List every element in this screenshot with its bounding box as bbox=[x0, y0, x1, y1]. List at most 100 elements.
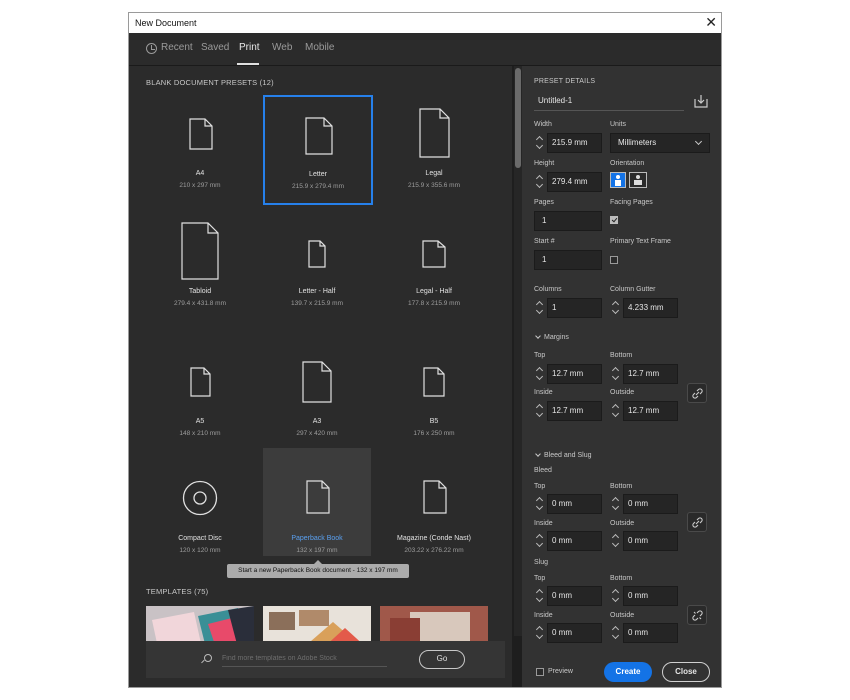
templates-section-title: TEMPLATES (75) bbox=[146, 587, 209, 596]
preset-paperback-book[interactable]: Paperback Book 132 x 197 mm bbox=[263, 448, 371, 556]
slug-outside-field[interactable]: 0 mm bbox=[623, 623, 678, 643]
bleed-bottom-stepper[interactable] bbox=[611, 494, 621, 514]
preset-tooltip: Start a new Paperback Book document - 13… bbox=[227, 560, 409, 578]
preset-name: Legal bbox=[425, 170, 443, 177]
slug-inside-field[interactable]: 0 mm bbox=[547, 623, 602, 643]
preset-a5[interactable]: A5 148 x 210 mm bbox=[146, 331, 254, 439]
tab-print[interactable]: Print bbox=[239, 42, 260, 53]
tab-saved[interactable]: Saved bbox=[201, 42, 229, 53]
primary-text-frame-checkbox[interactable] bbox=[610, 256, 618, 264]
bleed-inside-stepper[interactable] bbox=[535, 531, 545, 551]
margin-bottom-field[interactable]: 12.7 mm bbox=[623, 364, 678, 384]
preset-name: A3 bbox=[312, 418, 322, 425]
margin-top-stepper[interactable] bbox=[535, 364, 545, 384]
margin-inside-stepper[interactable] bbox=[535, 401, 545, 421]
preset-compact-disc[interactable]: Compact Disc 120 x 120 mm bbox=[146, 448, 254, 556]
chevron-down-icon[interactable] bbox=[535, 333, 541, 339]
document-icon bbox=[423, 367, 445, 397]
facing-pages-checkbox[interactable] bbox=[610, 216, 618, 224]
close-icon[interactable]: ✕ bbox=[705, 14, 717, 31]
slug-top-field[interactable]: 0 mm bbox=[547, 586, 602, 606]
preset-dims: 176 x 250 mm bbox=[413, 430, 455, 437]
scroll-thumb[interactable] bbox=[515, 68, 521, 168]
margin-inside-field[interactable]: 12.7 mm bbox=[547, 401, 602, 421]
tab-recent[interactable]: Recent bbox=[161, 42, 193, 53]
width-field[interactable]: 215.9 mm bbox=[547, 133, 602, 153]
presets-panel: BLANK DOCUMENT PRESETS (12) A4 210 x 297… bbox=[129, 66, 512, 687]
document-icon bbox=[181, 222, 219, 280]
preset-name: Paperback Book bbox=[291, 535, 343, 542]
tab-mobile[interactable]: Mobile bbox=[305, 42, 334, 53]
presets-scrollbar[interactable] bbox=[514, 66, 522, 636]
bleed-inside-field[interactable]: 0 mm bbox=[547, 531, 602, 551]
document-name-field[interactable]: Untitled-1 bbox=[534, 93, 684, 111]
preset-legal[interactable]: Legal 215.9 x 355.6 mm bbox=[380, 96, 488, 204]
gutter-stepper[interactable] bbox=[611, 298, 621, 318]
preset-magazine[interactable]: Magazine (Conde Nast) 203.22 x 276.22 mm bbox=[380, 448, 488, 556]
bleed-outside-stepper[interactable] bbox=[611, 531, 621, 551]
go-button[interactable]: Go bbox=[419, 650, 465, 669]
bleed-top-field[interactable]: 0 mm bbox=[547, 494, 602, 514]
column-gutter-field[interactable]: 4.233 mm bbox=[623, 298, 678, 318]
search-icon bbox=[204, 654, 212, 662]
preset-b5[interactable]: B5 176 x 250 mm bbox=[380, 331, 488, 439]
columns-field[interactable]: 1 bbox=[547, 298, 602, 318]
bleed-link-button[interactable] bbox=[687, 512, 707, 532]
bleed-top-stepper[interactable] bbox=[535, 494, 545, 514]
portrait-orientation-icon[interactable] bbox=[610, 172, 626, 188]
margin-link-button[interactable] bbox=[687, 383, 707, 403]
preview-label: Preview bbox=[548, 668, 573, 675]
preset-dims: 177.8 x 215.9 mm bbox=[407, 300, 461, 307]
bleed-label: Bleed bbox=[534, 467, 552, 474]
preset-letter-half[interactable]: Letter - Half 139.7 x 215.9 mm bbox=[263, 214, 371, 322]
landscape-orientation-icon[interactable] bbox=[629, 172, 647, 188]
height-stepper[interactable] bbox=[535, 172, 545, 192]
slug-link-button[interactable] bbox=[687, 605, 707, 625]
slug-outside-stepper[interactable] bbox=[611, 623, 621, 643]
preset-details-title: PRESET DETAILS bbox=[534, 78, 596, 85]
bleed-bottom-field[interactable]: 0 mm bbox=[623, 494, 678, 514]
template-search-input[interactable] bbox=[222, 651, 387, 667]
pages-label: Pages bbox=[534, 199, 554, 206]
preset-dims: 203.22 x 276.22 mm bbox=[404, 547, 464, 554]
width-stepper[interactable] bbox=[535, 133, 545, 153]
pages-field[interactable]: 1 bbox=[534, 211, 602, 231]
close-button[interactable]: Close bbox=[662, 662, 710, 682]
slug-bottom-field[interactable]: 0 mm bbox=[623, 586, 678, 606]
margin-top-field[interactable]: 12.7 mm bbox=[547, 364, 602, 384]
slug-bottom-stepper[interactable] bbox=[611, 586, 621, 606]
document-icon bbox=[302, 361, 332, 403]
height-field[interactable]: 279.4 mm bbox=[547, 172, 602, 192]
bleed-inside-label: Inside bbox=[534, 520, 553, 527]
margin-outside-field[interactable]: 12.7 mm bbox=[623, 401, 678, 421]
link-icon bbox=[692, 517, 703, 528]
preset-a3[interactable]: A3 297 x 420 mm bbox=[263, 331, 371, 439]
preset-dims: 148 x 210 mm bbox=[179, 430, 221, 437]
tab-web[interactable]: Web bbox=[272, 42, 292, 53]
create-button[interactable]: Create bbox=[604, 662, 652, 682]
margin-outside-stepper[interactable] bbox=[611, 401, 621, 421]
margin-bottom-stepper[interactable] bbox=[611, 364, 621, 384]
preset-legal-half[interactable]: Legal - Half 177.8 x 215.9 mm bbox=[380, 214, 488, 322]
template-search-bar: Go bbox=[146, 641, 505, 678]
facing-pages-label: Facing Pages bbox=[610, 199, 653, 206]
preset-name: Letter - Half bbox=[298, 288, 336, 295]
columns-stepper[interactable] bbox=[535, 298, 545, 318]
bleed-slug-heading[interactable]: Bleed and Slug bbox=[544, 452, 591, 459]
slug-inside-stepper[interactable] bbox=[535, 623, 545, 643]
preset-dims: 120 x 120 mm bbox=[179, 547, 221, 554]
preset-a4[interactable]: A4 210 x 297 mm bbox=[146, 96, 254, 204]
start-number-field[interactable]: 1 bbox=[534, 250, 602, 270]
slug-top-stepper[interactable] bbox=[535, 586, 545, 606]
preset-letter[interactable]: Letter 215.9 x 279.4 mm bbox=[263, 95, 373, 205]
chevron-down-icon[interactable] bbox=[535, 451, 541, 457]
save-preset-icon[interactable] bbox=[694, 94, 708, 108]
width-label: Width bbox=[534, 121, 552, 128]
units-select[interactable]: Millimeters bbox=[610, 133, 710, 153]
preset-tabloid[interactable]: Tabloid 279.4 x 431.8 mm bbox=[146, 214, 254, 322]
bleed-outside-field[interactable]: 0 mm bbox=[623, 531, 678, 551]
preview-checkbox[interactable] bbox=[536, 668, 544, 676]
margin-bottom-label: Bottom bbox=[610, 352, 633, 359]
margins-heading[interactable]: Margins bbox=[544, 334, 569, 341]
start-number-label: Start # bbox=[534, 238, 555, 245]
